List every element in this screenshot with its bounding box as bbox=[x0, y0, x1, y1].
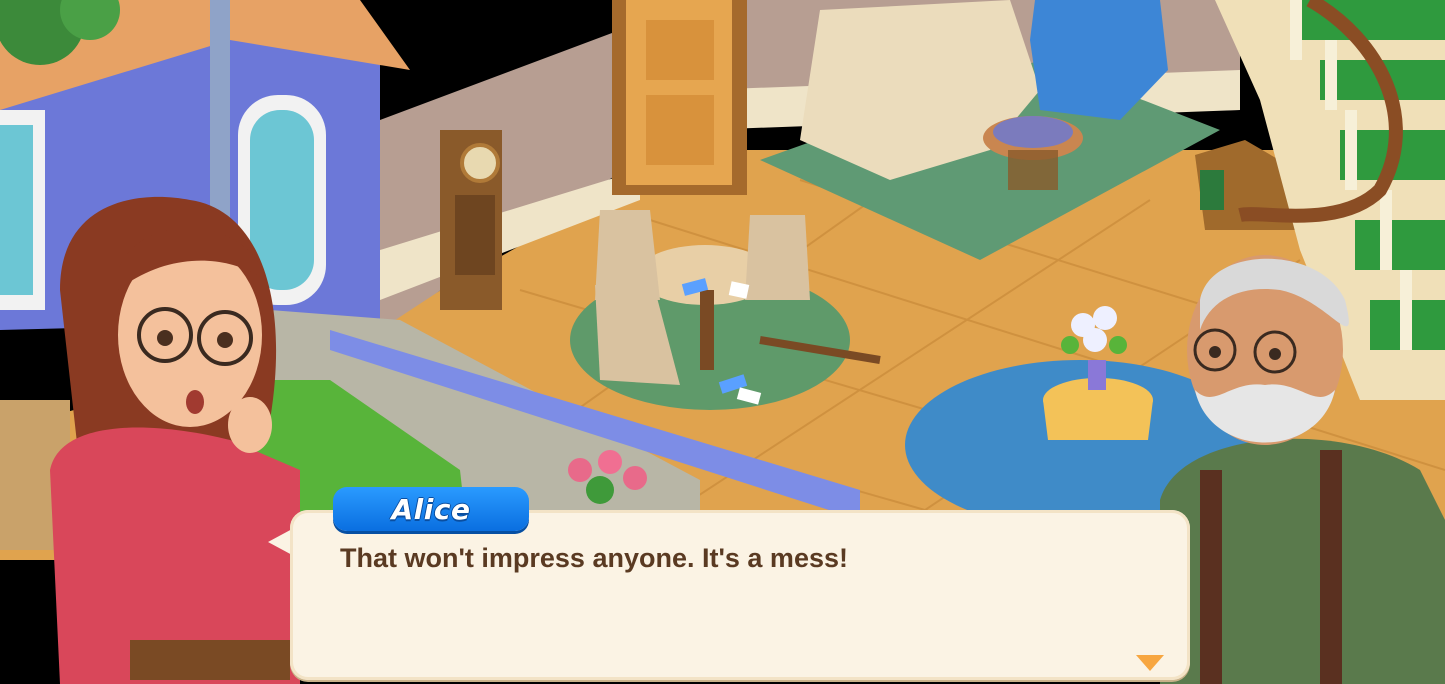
triangle-down-icon[interactable] bbox=[1136, 655, 1164, 671]
dialog-text: That won't impress anyone. It's a mess! bbox=[340, 543, 848, 573]
game-scene: Alice That won't impress anyone. It's a … bbox=[0, 0, 1445, 684]
dialog-box[interactable] bbox=[290, 510, 1190, 680]
speaker-name-tag: Alice bbox=[333, 487, 529, 531]
speaker-name: Alice bbox=[391, 492, 471, 526]
